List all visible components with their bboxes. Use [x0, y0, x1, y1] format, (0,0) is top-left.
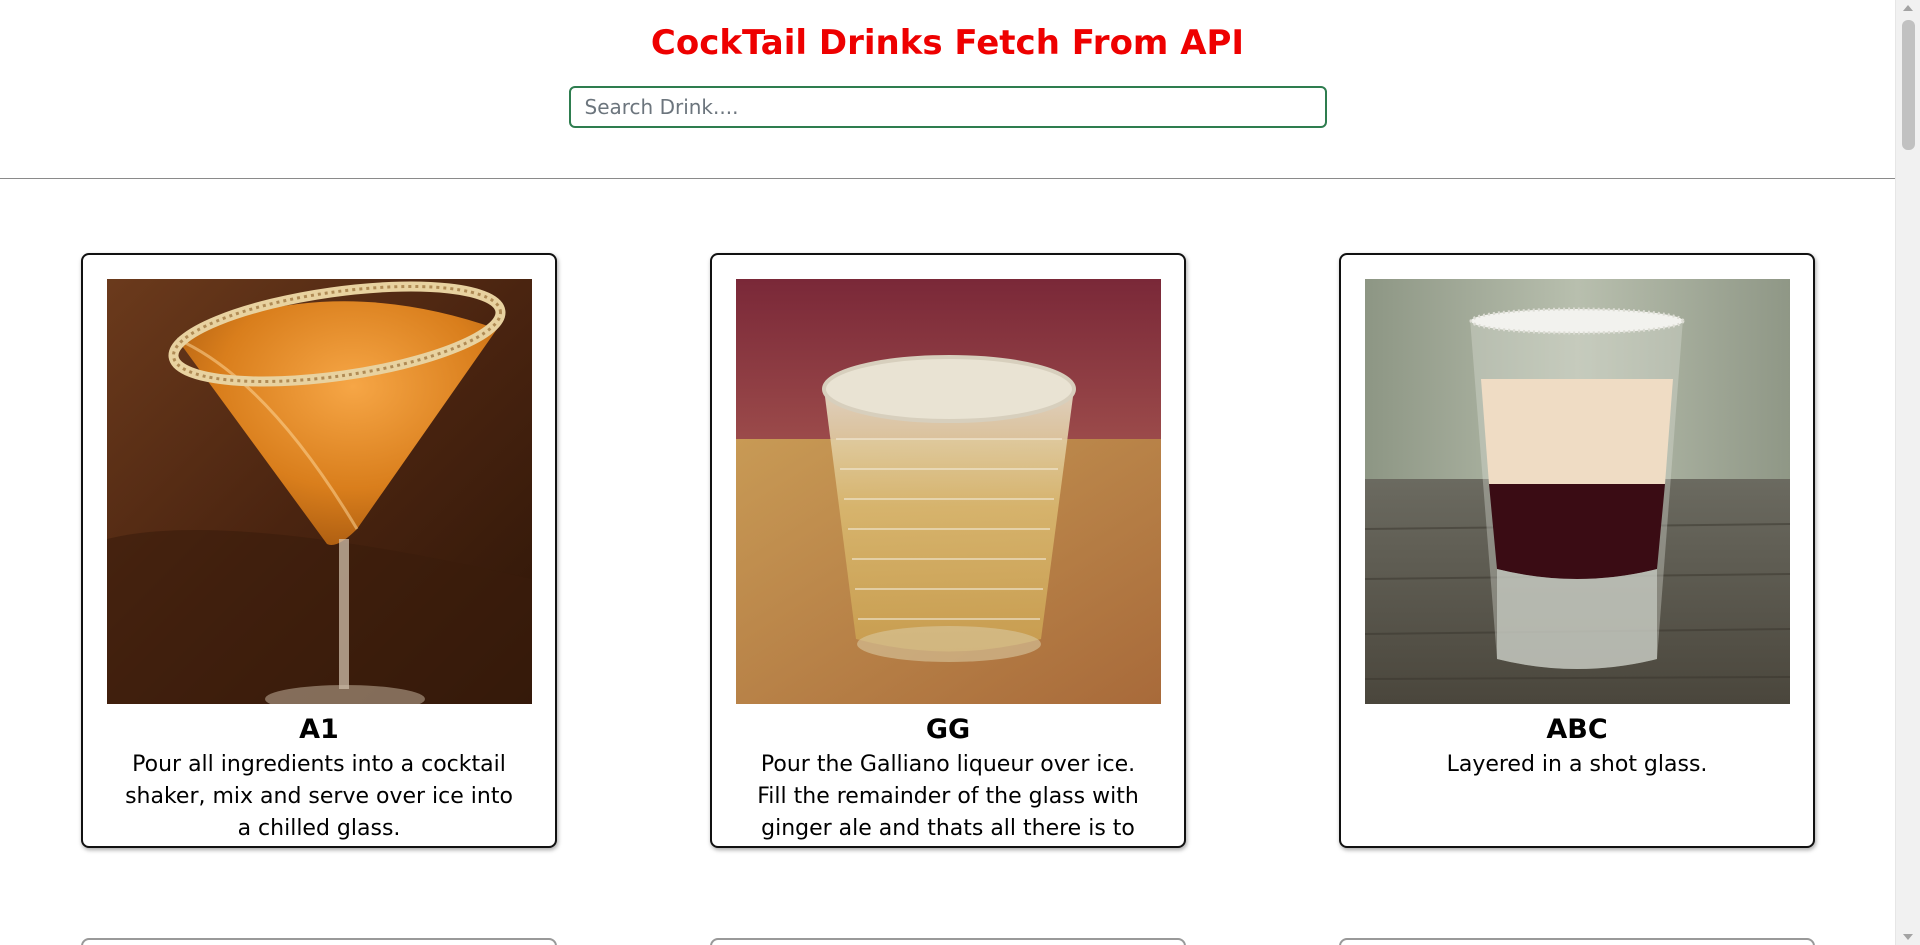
page-title: CockTail Drinks Fetch From API — [650, 23, 1245, 63]
scrollbar-thumb[interactable] — [1902, 20, 1915, 150]
drink-image — [1365, 279, 1790, 704]
vertical-scrollbar[interactable] — [1895, 0, 1920, 945]
drink-name: ABC — [1546, 714, 1608, 745]
drink-card[interactable]: GG Pour the Galliano liqueur over ice. F… — [710, 253, 1186, 848]
drink-card[interactable]: ABC Layered in a shot glass. — [1339, 253, 1815, 848]
drink-instructions: Layered in a shot glass. — [1446, 752, 1708, 777]
page: CockTail Drinks Fetch From API Search Dr… — [0, 0, 1895, 945]
drink-name: A1 — [299, 714, 339, 745]
scroll-down-icon[interactable] — [1903, 934, 1913, 940]
drink-image — [736, 279, 1161, 704]
drink-instructions: Pour all ingredients into a cocktail sha… — [125, 752, 513, 841]
drink-image — [107, 279, 532, 704]
next-row-card-edge — [710, 938, 1186, 945]
drink-instructions: Pour the Galliano liqueur over ice. Fill… — [757, 752, 1139, 841]
layered-shot-image — [1365, 279, 1790, 704]
drink-name: GG — [925, 714, 971, 745]
next-row-card-edge — [81, 938, 557, 945]
drink-card[interactable]: A1 Pour all ingredients into a cocktail … — [81, 253, 557, 848]
page-header: CockTail Drinks Fetch From API — [0, 0, 1895, 179]
scroll-up-icon[interactable] — [1903, 5, 1913, 11]
orange-martini-image — [107, 279, 532, 704]
ginger-tumbler-image — [736, 279, 1161, 704]
next-row-card-edge — [1339, 938, 1815, 945]
search-input[interactable] — [568, 86, 1327, 128]
